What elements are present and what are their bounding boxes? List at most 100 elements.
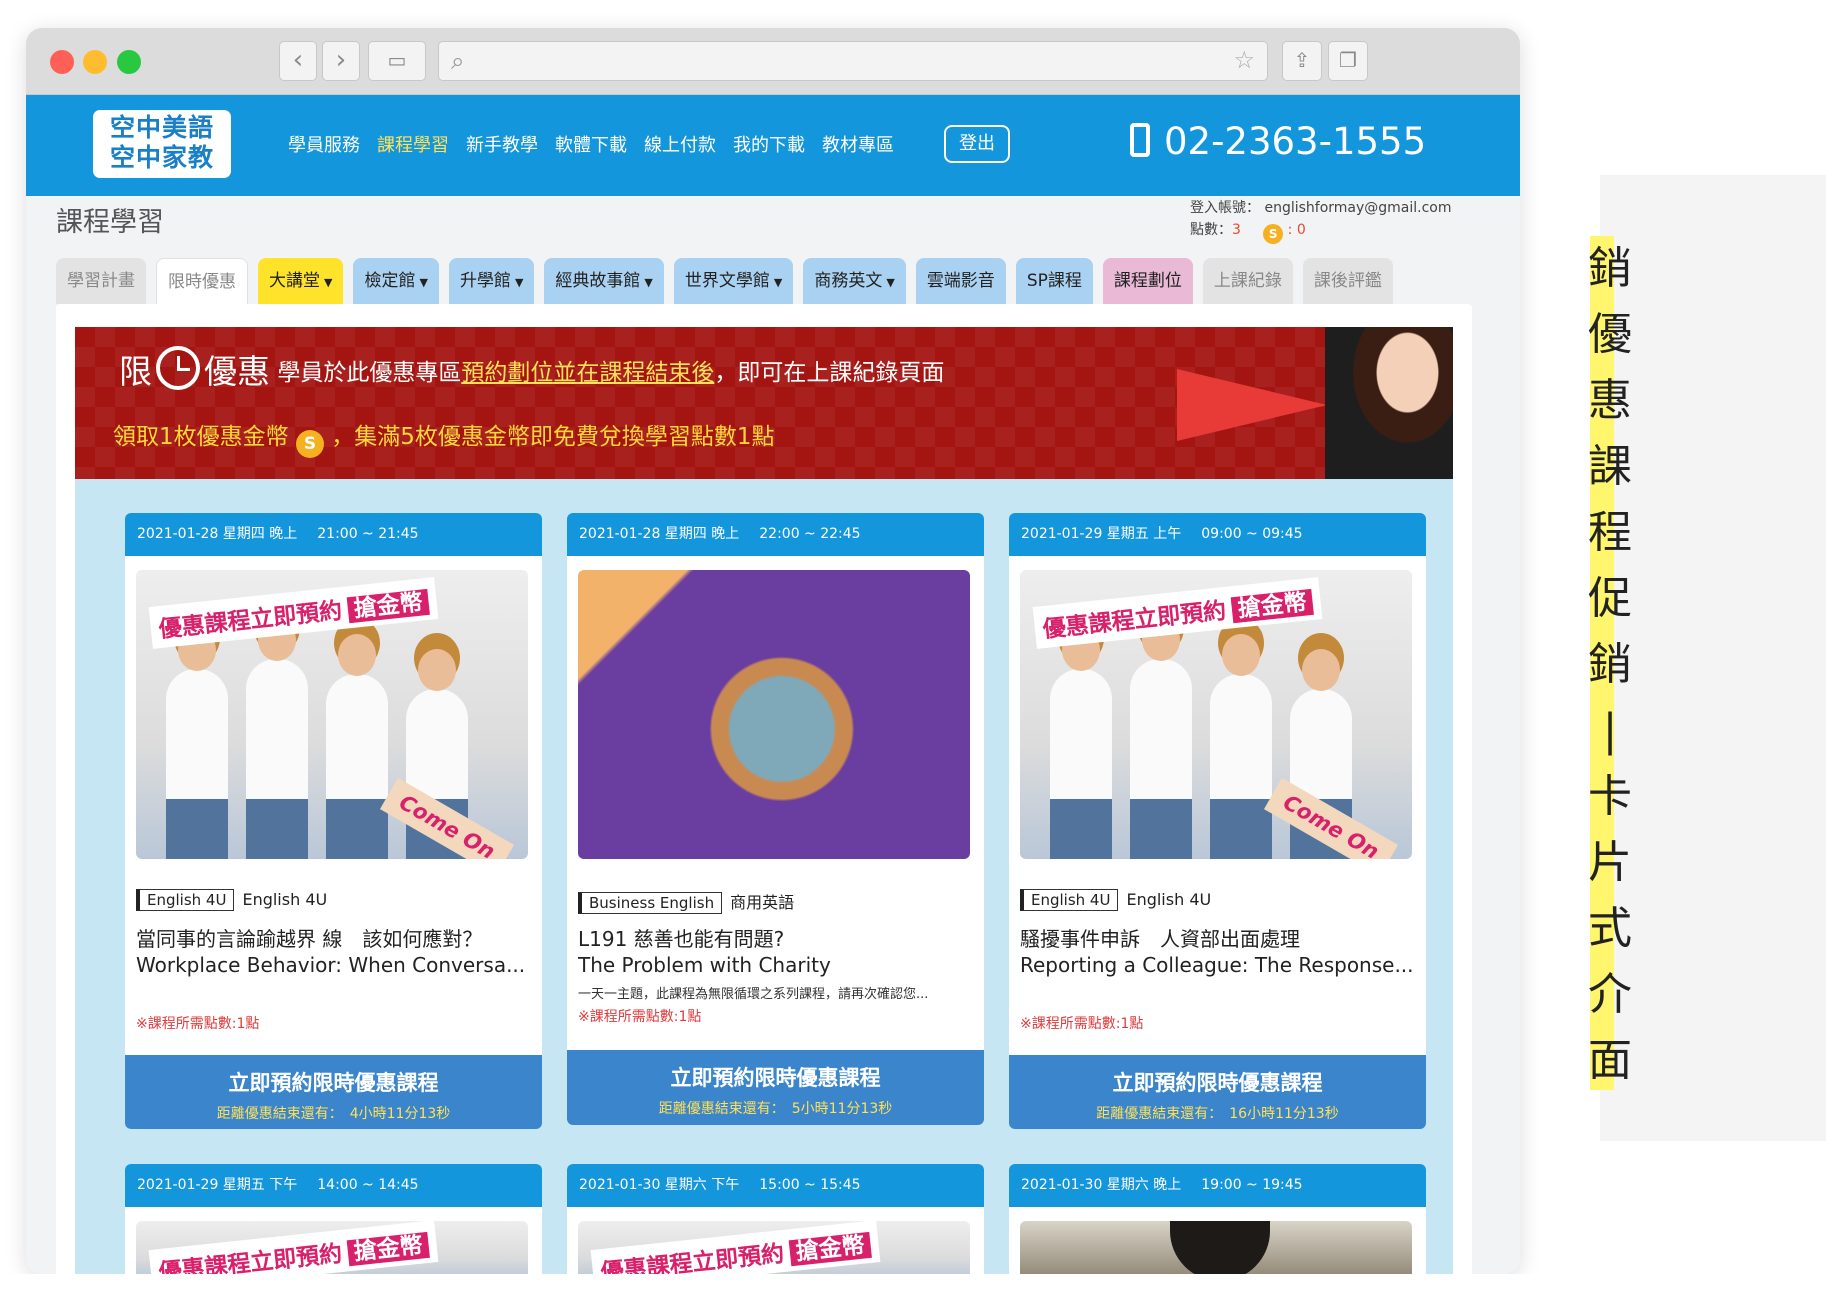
coin-icon: S [295,430,324,458]
minimize-window-button[interactable] [83,50,107,74]
tab-sp-course[interactable]: SP課程 [1015,258,1093,304]
caption-char: 卡 [1588,771,1632,822]
cta-label: 立即預約限時優惠課程 [228,1071,439,1095]
nav-item-software-download[interactable]: 軟體下載 [555,131,627,157]
course-image[interactable]: 優惠課程立即預約 搶金幣 [136,1221,528,1281]
account-label: 登入帳號： [1190,200,1260,216]
tab-lecture-hall[interactable]: 大講堂 ▼ [258,258,344,304]
nav-item-online-payment[interactable]: 線上付款 [644,131,716,157]
course-category-tag: English 4U [1020,889,1119,911]
chevron-down-icon: ▼ [419,276,428,289]
phone-number: 02-2363-1555 [1130,120,1426,163]
tab-world-literature[interactable]: 世界文學館 ▼ [673,258,794,304]
course-card: 2021-01-28 星期四 晚上 21:00 ~ 21:45 優惠課程立即預約搶… [125,513,542,1129]
account-email: englishformay@gmail.com [1264,200,1452,216]
banner-text: ，集滿5枚優惠金幣即免費兌換學習點數1點 [331,424,775,450]
coin-icon: S [1263,224,1284,244]
caption-char: 惠 [1588,375,1632,426]
course-category-label: 商用英語 [730,893,795,912]
course-title-en[interactable]: Workplace Behavior: When Conversa... [136,953,531,977]
phone-text: 02-2363-1555 [1164,120,1427,163]
course-image[interactable]: 優惠課程立即預約 搶金幣 Come On [1020,570,1412,859]
course-tags: Business English 商用英語 [578,889,794,914]
zoom-window-button[interactable] [117,50,141,74]
logout-button[interactable]: 登出 [944,125,1010,163]
course-title-zh[interactable]: 騷擾事件申訴 人資部出面處理 [1020,923,1300,952]
address-bar[interactable]: ⌕ ☆ [438,41,1268,81]
course-category-tag: Business English [578,892,723,914]
tab-academic[interactable]: 升學館 ▼ [448,258,535,304]
course-image[interactable] [578,570,970,859]
course-description: 一天一主題，此課程為無限循環之系列課程，請再次確認您... [578,987,929,1002]
nav-item-materials[interactable]: 教材專區 [822,131,894,157]
tab-business-english[interactable]: 商務英文 ▼ [803,258,906,304]
countdown-text: 距離優惠結束還有： 16小時11分13秒 [1096,1106,1339,1122]
phone-icon [1130,123,1150,157]
caption-char: 片 [1588,837,1632,888]
card-header: 2021-01-30 星期六 晚上 19:00 ~ 19:45 [1009,1164,1426,1207]
book-offer-button[interactable]: 立即預約限時優惠課程 距離優惠結束還有： 5小時11分13秒 [567,1050,984,1125]
promo-banner: 限 優惠 學員於此優惠專區預約劃位並在課程結束後，即可在上課紀錄頁面 領取1枚優惠… [75,327,1453,479]
book-offer-button[interactable]: 立即預約限時優惠課程 距離優惠結束還有： 16小時11分13秒 [1009,1055,1426,1129]
caption-char: 式 [1588,903,1632,954]
course-title-en[interactable]: The Problem with Charity [578,953,973,977]
banner-line1: 限 優惠 學員於此優惠專區預約劃位並在課程結束後，即可在上課紀錄頁面 [119,345,944,393]
nav-item-course-learning[interactable]: 課程學習 [377,131,449,157]
account-info: 登入帳號： englishformay@gmail.com 點數：3 S : 0 [1190,197,1452,244]
nav-item-tutorial[interactable]: 新手教學 [466,131,538,157]
caption-char: 程 [1588,507,1632,558]
caption-char: 面 [1588,1035,1632,1086]
tab-certification[interactable]: 檢定館 ▼ [353,258,439,304]
banner-text: ，即可在上課紀錄頁面 [714,360,945,386]
banner-link[interactable]: 預約劃位並在課程結束後 [461,360,714,386]
tab-course-booking[interactable]: 課程劃位 [1102,258,1193,304]
book-offer-button[interactable]: 立即預約限時優惠課程 距離優惠結束還有： 4小時11分13秒 [125,1055,542,1129]
coin-value: 0 [1296,222,1306,238]
tab-class-records[interactable]: 上課紀錄 [1202,258,1293,304]
caption-char: 課 [1588,441,1632,492]
tab-classic-stories[interactable]: 經典故事館 ▼ [544,258,664,304]
caption-char: 銷 [1588,639,1632,690]
tab-study-plan[interactable]: 學習計畫 [56,258,146,304]
nav-item-my-downloads[interactable]: 我的下載 [733,131,805,157]
course-image[interactable]: 優惠課程立即預約 搶金幣 [578,1221,970,1281]
share-icon[interactable]: ⇪ [1282,41,1322,81]
banner-text: 領取1枚優惠金幣 [113,424,289,450]
close-window-button[interactable] [50,50,74,74]
caption-char: 銷 [1588,243,1632,294]
tab-evaluation[interactable]: 課後評鑑 [1302,258,1393,304]
forward-arrow-icon[interactable]: › [322,41,360,81]
side-caption: 銷 優 惠 課 程 促 銷 | 卡 片 式 介 面 [1586,236,1634,1090]
back-arrow-icon[interactable]: ‹ [279,41,317,81]
course-tags: English 4U English 4U [136,889,327,911]
banner-limit: 限 [119,352,152,391]
bookmark-star-icon[interactable]: ☆ [1233,46,1255,74]
caption-char: 介 [1588,969,1632,1020]
card-header: 2021-01-29 星期五 上午 09:00 ~ 09:45 [1009,513,1426,556]
chevron-down-icon: ▼ [644,276,653,289]
course-image[interactable] [1020,1221,1412,1281]
banner-text: 學員於此優惠專區 [277,360,462,386]
nav-item-member-service[interactable]: 學員服務 [288,131,360,157]
course-card: 2021-01-28 星期四 晚上 22:00 ~ 22:45 Business … [567,513,984,1125]
tabs-overview-icon[interactable]: ❐ [1328,41,1368,81]
tab-limited-offer[interactable]: 限時優惠 [156,258,248,304]
tab-cloud-video[interactable]: 雲端影音 [915,258,1006,304]
card-header: 2021-01-28 星期四 晚上 22:00 ~ 22:45 [567,513,984,556]
chevron-down-icon: ▼ [773,276,783,289]
site-header: 空中美語 空中家教 學員服務 課程學習 新手教學 軟體下載 線上付款 我的下載 … [26,95,1520,196]
caption-char: 促 [1588,573,1632,624]
course-image[interactable]: 優惠課程立即預約 搶金幣 Come On [136,570,528,859]
card-header: 2021-01-28 星期四 晚上 21:00 ~ 21:45 [125,513,542,556]
course-title-en[interactable]: Reporting a Colleague: The Response... [1020,953,1415,977]
main-nav: 學員服務 課程學習 新手教學 軟體下載 線上付款 我的下載 教材專區 [288,131,911,157]
course-tags: English 4U English 4U [1020,889,1211,911]
site-logo[interactable]: 空中美語 空中家教 [93,110,231,178]
course-title-zh[interactable]: L191 慈善也能有問題? [578,923,784,952]
course-title-zh[interactable]: 當同事的言論踰越界 線 該如何應對？ [136,923,482,952]
banner-woman-image [1325,327,1453,479]
cta-label: 立即預約限時優惠課程 [1112,1071,1323,1095]
points-label: 點數： [1190,222,1232,238]
sidebar-toggle-icon[interactable]: ▭ [368,41,426,81]
chevron-down-icon: ▼ [514,276,524,289]
